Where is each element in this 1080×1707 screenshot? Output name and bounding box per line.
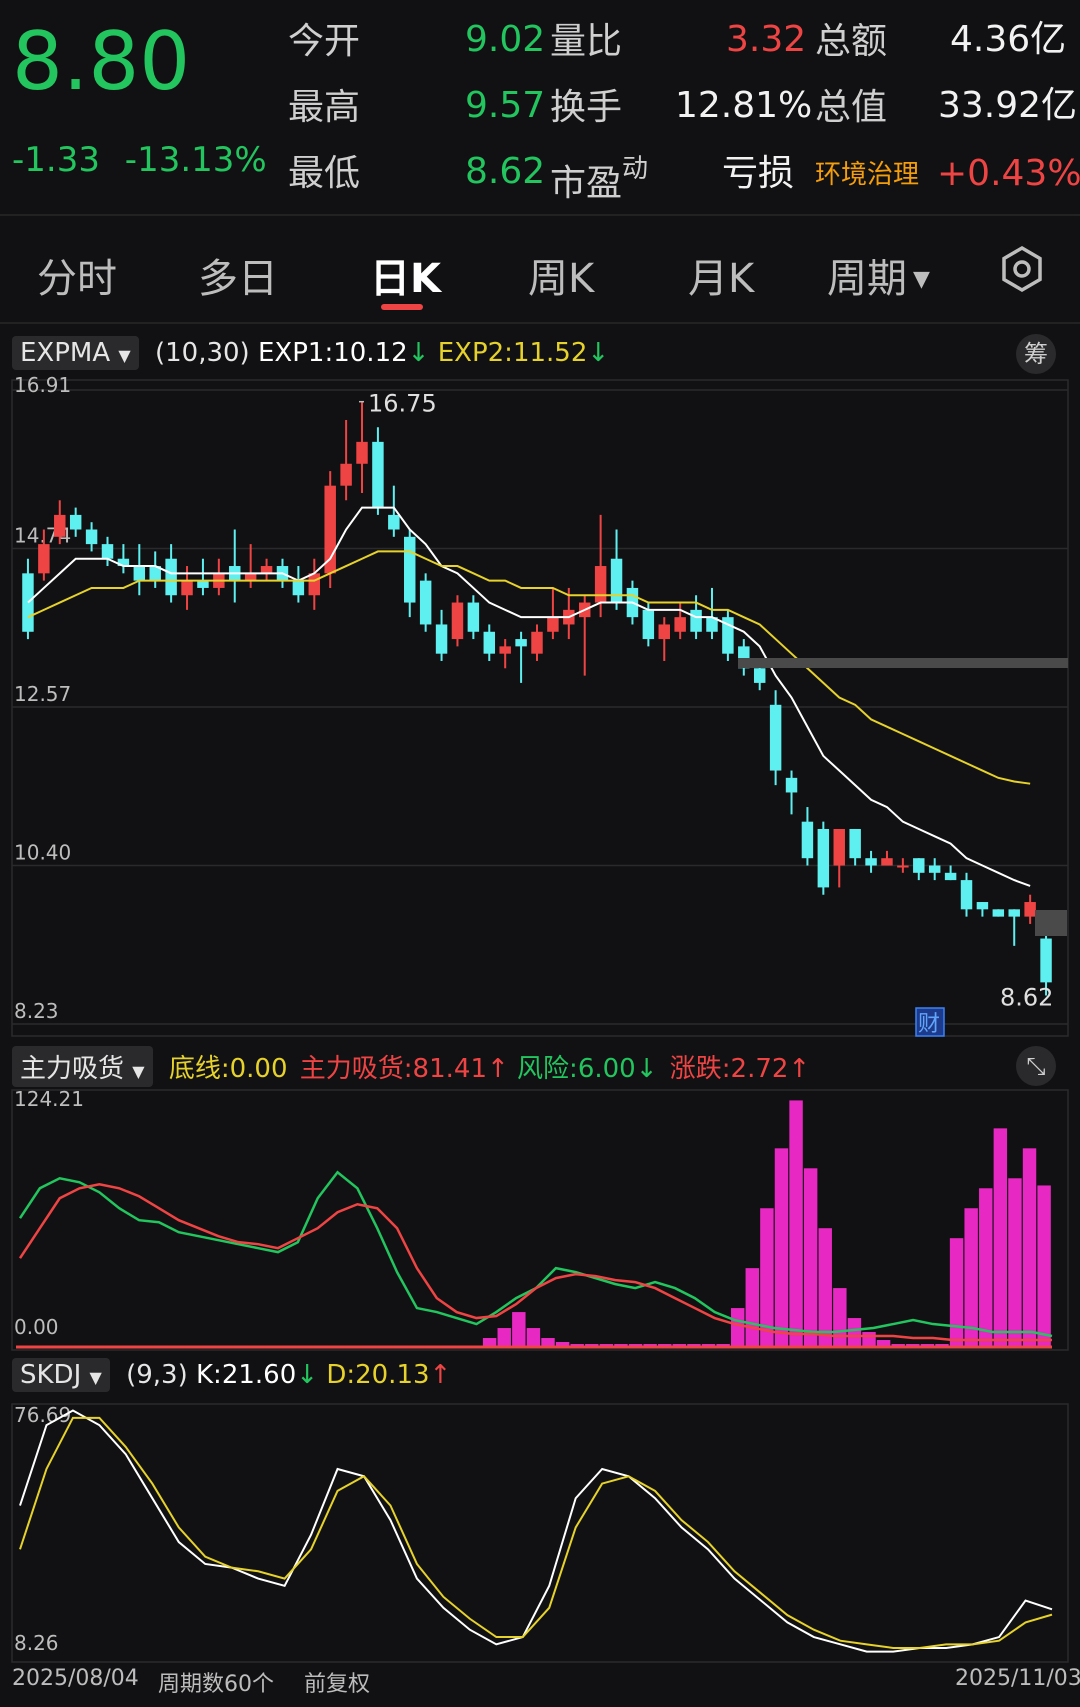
candle-body xyxy=(690,609,702,632)
candle-body xyxy=(85,529,98,545)
skdj-k-line xyxy=(19,1409,1053,1653)
volume-bar xyxy=(745,1268,760,1348)
volume-bar xyxy=(818,1228,832,1348)
candle-body xyxy=(913,858,925,873)
candle-body xyxy=(928,865,941,873)
adjust-mode[interactable]: 前复权 xyxy=(304,1666,370,1698)
candle-body xyxy=(404,536,416,603)
candle-body xyxy=(1024,902,1036,917)
volume-bar xyxy=(774,1148,789,1348)
sub1-panel-frame xyxy=(11,1089,1069,1351)
sub2-panel-frame xyxy=(11,1403,1069,1663)
candle-body xyxy=(753,668,766,683)
volume-bar xyxy=(993,1128,1008,1348)
candle-body xyxy=(356,441,368,464)
volume-bar xyxy=(497,1328,511,1348)
y-tick-label: 8.26 xyxy=(14,1631,59,1655)
volume-bar xyxy=(1037,1185,1051,1348)
volume-bar xyxy=(789,1100,803,1348)
candle-body xyxy=(69,514,82,530)
candle-body xyxy=(133,566,146,581)
candle-body xyxy=(451,602,464,640)
sub1-line-a xyxy=(18,1170,1053,1338)
volume-bar xyxy=(949,1238,964,1348)
candle-body xyxy=(372,441,384,508)
main-panel-frame xyxy=(11,379,1069,1037)
candle-body xyxy=(260,566,273,574)
high-label: 16.75 xyxy=(368,390,437,418)
candle-body xyxy=(38,544,50,574)
candle-body xyxy=(642,609,655,640)
y-tick-label: 12.57 xyxy=(14,682,71,706)
kline-chart[interactable]: 16.9114.7412.5710.408.2316.758.62财124.21… xyxy=(0,0,1080,1707)
y-tick-label: 10.40 xyxy=(14,841,71,865)
candle-body xyxy=(658,624,670,640)
candle-body xyxy=(181,580,193,596)
candle-body xyxy=(547,617,559,632)
volume-bar xyxy=(526,1328,541,1348)
candle-body xyxy=(674,617,686,632)
y-tick-label: 124.21 xyxy=(14,1087,84,1111)
period-count: 周期数60个 xyxy=(158,1672,274,1697)
exp1-line xyxy=(27,506,1031,887)
candle-body xyxy=(244,573,257,581)
y-tick-label: 8.23 xyxy=(14,999,59,1023)
candle-body xyxy=(881,858,893,866)
y-tick-label: 76.69 xyxy=(14,1403,71,1427)
candle-body xyxy=(833,828,845,866)
y-tick-label: 16.91 xyxy=(14,373,71,397)
end-date: 2025/11/03 xyxy=(955,1666,1080,1691)
volume-bar xyxy=(833,1288,847,1348)
resistance-band xyxy=(738,658,1068,668)
volume-bar xyxy=(730,1308,745,1348)
candle-body xyxy=(483,631,496,654)
candle-body xyxy=(165,558,177,596)
candle-body xyxy=(197,580,209,588)
volume-bar xyxy=(803,1168,818,1348)
candle-body xyxy=(308,573,321,596)
candle-body xyxy=(101,544,114,559)
candle-body xyxy=(340,463,352,486)
candle-body xyxy=(801,821,814,859)
candle-body xyxy=(992,909,1005,917)
sub1-line-b xyxy=(18,1183,1052,1342)
candle-body xyxy=(292,580,305,596)
finance-badge-label: 财 xyxy=(918,1012,940,1037)
candle-body xyxy=(785,777,798,793)
price-marker xyxy=(1035,910,1067,936)
candle-body xyxy=(944,872,957,881)
candle-body xyxy=(817,828,830,888)
low-label: 8.62 xyxy=(1000,984,1053,1012)
volume-bar xyxy=(1022,1148,1037,1348)
candle-body xyxy=(849,828,861,859)
volume-bar xyxy=(1008,1178,1022,1348)
volume-bar xyxy=(979,1188,993,1348)
candle-body xyxy=(531,631,543,654)
candle-body xyxy=(499,646,511,654)
candle-body xyxy=(419,580,432,625)
candle-body xyxy=(435,624,448,654)
candle-body xyxy=(594,566,607,603)
start-date: 2025/08/04 xyxy=(12,1666,139,1691)
candle-body xyxy=(388,514,400,530)
candle-body xyxy=(960,880,973,910)
candle-body xyxy=(897,865,909,868)
volume-bar xyxy=(847,1318,862,1348)
candle-body xyxy=(467,602,480,632)
candle-body xyxy=(976,902,989,910)
candle-body xyxy=(865,858,877,866)
candle-body xyxy=(54,514,66,537)
volume-bar xyxy=(512,1312,526,1348)
candle-body xyxy=(1040,938,1052,983)
candle-body xyxy=(769,704,782,771)
candle-body xyxy=(515,639,527,647)
y-tick-label: 0.00 xyxy=(14,1315,59,1339)
candle-body xyxy=(1008,909,1020,917)
candle-body xyxy=(324,485,336,574)
